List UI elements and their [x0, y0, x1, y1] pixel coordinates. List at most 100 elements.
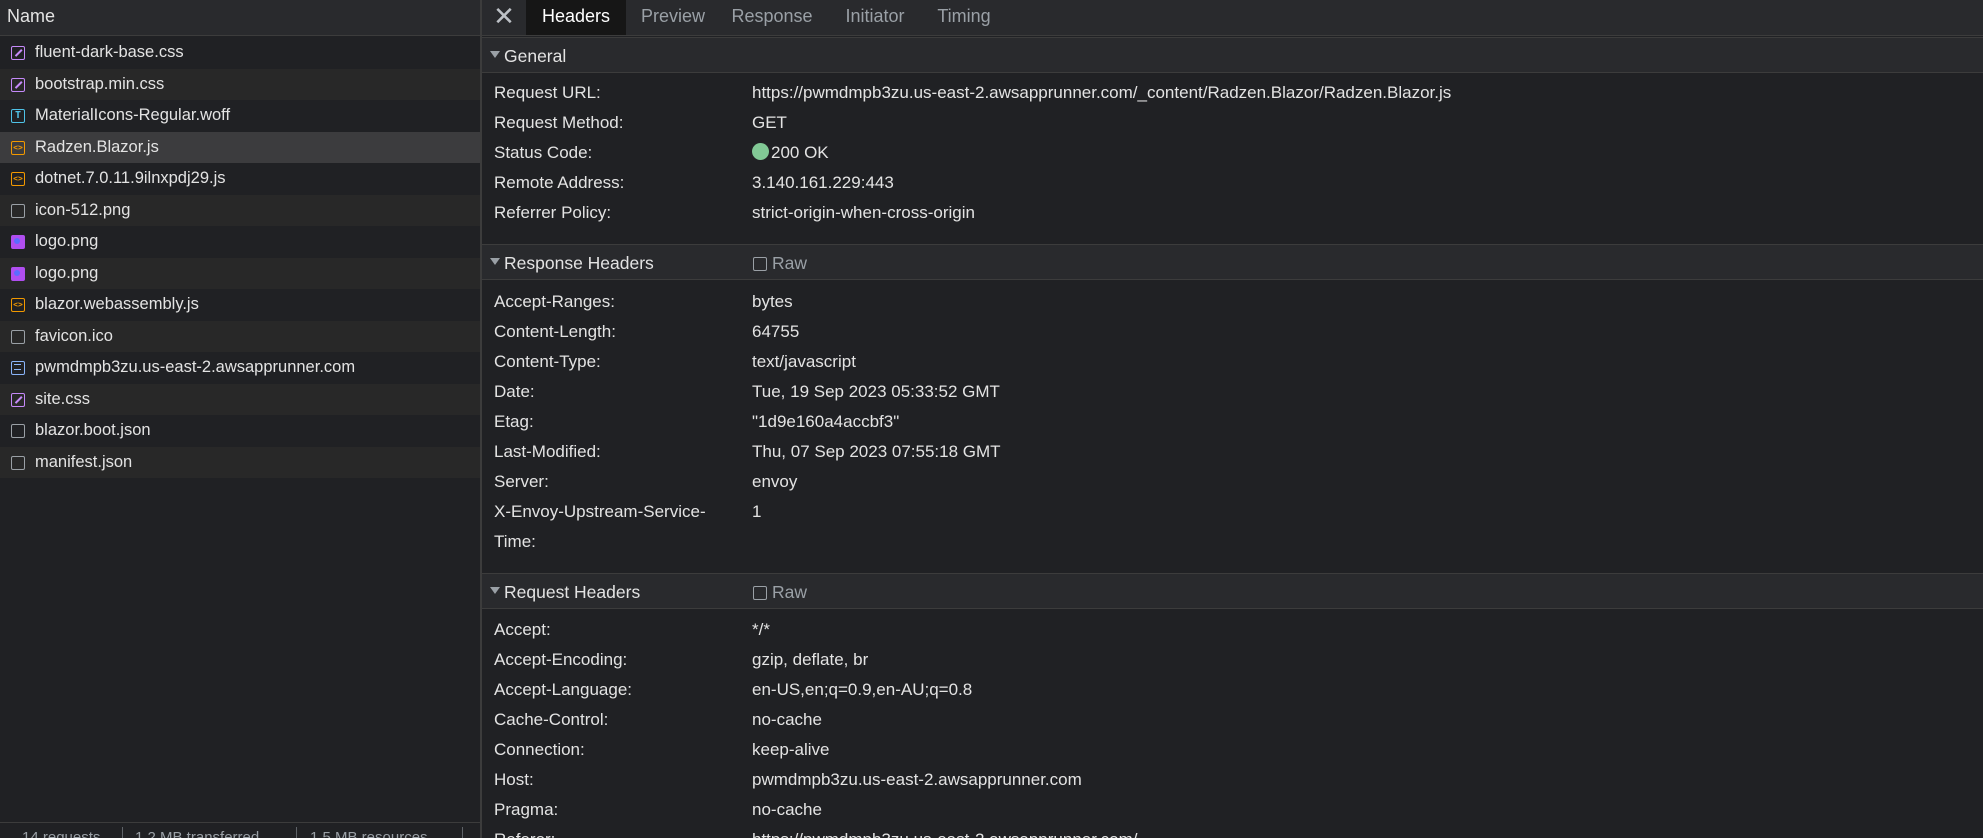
request-row[interactable]: bootstrap.min.css — [0, 68, 480, 100]
request-row[interactable]: icon-512.png — [0, 194, 480, 226]
request-row[interactable]: favicon.ico — [0, 320, 480, 352]
header-key: Content-Length: — [494, 322, 616, 341]
script-file-icon: <> — [11, 172, 25, 186]
transferred-size: 1.2 MB transferred — [135, 829, 260, 838]
header-key: Content-Type: — [494, 352, 601, 371]
request-row[interactable]: fluent-dark-base.css — [0, 37, 480, 69]
header-value[interactable]: en-US,en;q=0.9,en-AU;q=0.8 — [752, 680, 972, 700]
request-row[interactable]: <> blazor.webassembly.js — [0, 289, 480, 321]
request-name: site.css — [35, 389, 91, 408]
request-row[interactable]: pwmdmpb3zu.us-east-2.awsapprunner.com — [0, 352, 480, 384]
request-name: blazor.webassembly.js — [35, 295, 199, 313]
response-headers-section-header[interactable]: Response Headers Raw — [482, 244, 1983, 280]
header-value[interactable]: keep-alive — [752, 740, 830, 760]
header-value[interactable]: Tue, 19 Sep 2023 05:33:52 GMT — [752, 382, 1000, 402]
header-key: Time: — [494, 532, 536, 551]
name-column-header[interactable]: Name — [0, 0, 480, 36]
request-row[interactable]: T MaterialIcons-Regular.woff — [0, 100, 480, 132]
general-section-header[interactable]: General — [482, 37, 1983, 73]
header-value[interactable]: */* — [752, 620, 770, 640]
image-file-icon — [11, 235, 25, 249]
header-key: Server: — [494, 472, 549, 491]
header-value[interactable]: pwmdmpb3zu.us-east-2.awsapprunner.com — [752, 770, 1082, 790]
request-row[interactable]: blazor.boot.json — [0, 415, 480, 447]
tab-headers[interactable]: Headers — [526, 0, 626, 35]
generic-file-icon — [11, 455, 25, 470]
close-icon[interactable]: ✕ — [490, 2, 518, 32]
raw-checkbox[interactable] — [753, 257, 767, 271]
tab-preview[interactable]: Preview — [630, 0, 716, 35]
header-key: Host: — [494, 770, 534, 789]
request-name: favicon.ico — [35, 326, 113, 345]
header-value[interactable]: https://pwmdmpb3zu.us-east-2.awsapprunne… — [752, 830, 1138, 838]
header-key: Date: — [494, 382, 535, 401]
expand-triangle-icon — [490, 587, 500, 594]
header-value[interactable]: strict-origin-when-cross-origin — [752, 203, 975, 223]
header-value[interactable]: https://pwmdmpb3zu.us-east-2.awsapprunne… — [752, 83, 1451, 103]
request-name: Radzen.Blazor.js — [35, 137, 159, 156]
general-section-title: General — [504, 46, 567, 66]
request-row[interactable]: <> dotnet.7.0.11.9ilnxpdj29.js — [0, 163, 480, 195]
request-name: manifest.json — [35, 452, 133, 471]
header-value[interactable]: GET — [752, 113, 787, 133]
header-value[interactable]: envoy — [752, 472, 797, 492]
header-value[interactable]: bytes — [752, 292, 793, 312]
header-key: Remote Address: — [494, 173, 625, 192]
devtools-network-panel: Name fluent-dark-base.css bootstrap.min.c… — [0, 0, 1983, 838]
header-value[interactable]: Thu, 07 Sep 2023 07:55:18 GMT — [752, 442, 1001, 462]
request-name: logo.png — [35, 232, 99, 250]
request-detail-pane: ✕ Headers Preview Response Initiator Tim… — [482, 0, 1983, 838]
request-row[interactable]: <> Radzen.Blazor.js — [0, 131, 480, 163]
header-key: Connection: — [494, 740, 585, 759]
status-code-text: 200 OK — [771, 143, 829, 162]
header-value[interactable]: 3.140.161.229:443 — [752, 173, 894, 193]
header-value[interactable]: gzip, deflate, br — [752, 650, 868, 670]
header-value[interactable]: "1d9e160a4accbf3" — [752, 412, 899, 432]
header-value[interactable]: 200 OK — [752, 143, 829, 163]
raw-checkbox[interactable] — [753, 586, 767, 600]
tab-initiator[interactable]: Initiator — [826, 0, 924, 35]
request-name: pwmdmpb3zu.us-east-2.awsapprunner.com — [35, 358, 356, 376]
header-key: Last-Modified: — [494, 442, 601, 461]
css-file-icon — [11, 77, 25, 92]
request-headers-section-header[interactable]: Request Headers Raw — [482, 573, 1983, 609]
raw-checkbox-label[interactable]: Raw — [772, 582, 807, 603]
status-separator — [462, 827, 463, 838]
header-key: X-Envoy-Upstream-Service- — [494, 502, 706, 521]
status-separator — [296, 827, 297, 838]
request-name: blazor.boot.json — [35, 421, 151, 439]
header-key: Referer: — [494, 830, 555, 838]
name-column-label: Name — [7, 6, 56, 26]
request-row[interactable]: logo.png — [0, 257, 480, 289]
request-name: fluent-dark-base.css — [35, 43, 184, 61]
request-headers-title: Request Headers — [504, 582, 641, 602]
request-row[interactable]: manifest.json — [0, 446, 480, 478]
header-value[interactable]: text/javascript — [752, 352, 856, 372]
tab-response[interactable]: Response — [720, 0, 824, 35]
request-row[interactable]: logo.png — [0, 226, 480, 258]
header-key: Request Method: — [494, 113, 624, 132]
expand-triangle-icon — [490, 51, 500, 58]
font-file-icon: T — [11, 109, 25, 123]
status-separator — [122, 827, 123, 838]
header-value[interactable]: no-cache — [752, 800, 822, 820]
response-headers-title: Response Headers — [504, 253, 654, 273]
request-list: fluent-dark-base.css bootstrap.min.css T Ma… — [0, 37, 480, 478]
header-value[interactable]: 1 — [752, 502, 761, 522]
generic-file-icon — [11, 424, 25, 438]
request-count: 14 requests — [22, 829, 101, 838]
generic-file-icon — [11, 329, 25, 344]
css-file-icon — [11, 392, 25, 407]
request-name: bootstrap.min.css — [35, 74, 165, 93]
request-row[interactable]: site.css — [0, 383, 480, 415]
raw-checkbox-label[interactable]: Raw — [772, 253, 807, 274]
header-key: Etag: — [494, 412, 534, 431]
request-name: MaterialIcons-Regular.woff — [35, 106, 231, 124]
tab-timing[interactable]: Timing — [926, 0, 1002, 35]
header-value[interactable]: 64755 — [752, 322, 799, 342]
header-key: Referrer Policy: — [494, 203, 612, 222]
header-key: Accept-Ranges: — [494, 292, 615, 311]
request-name: logo.png — [35, 263, 99, 282]
header-value[interactable]: no-cache — [752, 710, 822, 730]
resources-size: 1.5 MB resources — [310, 829, 428, 838]
